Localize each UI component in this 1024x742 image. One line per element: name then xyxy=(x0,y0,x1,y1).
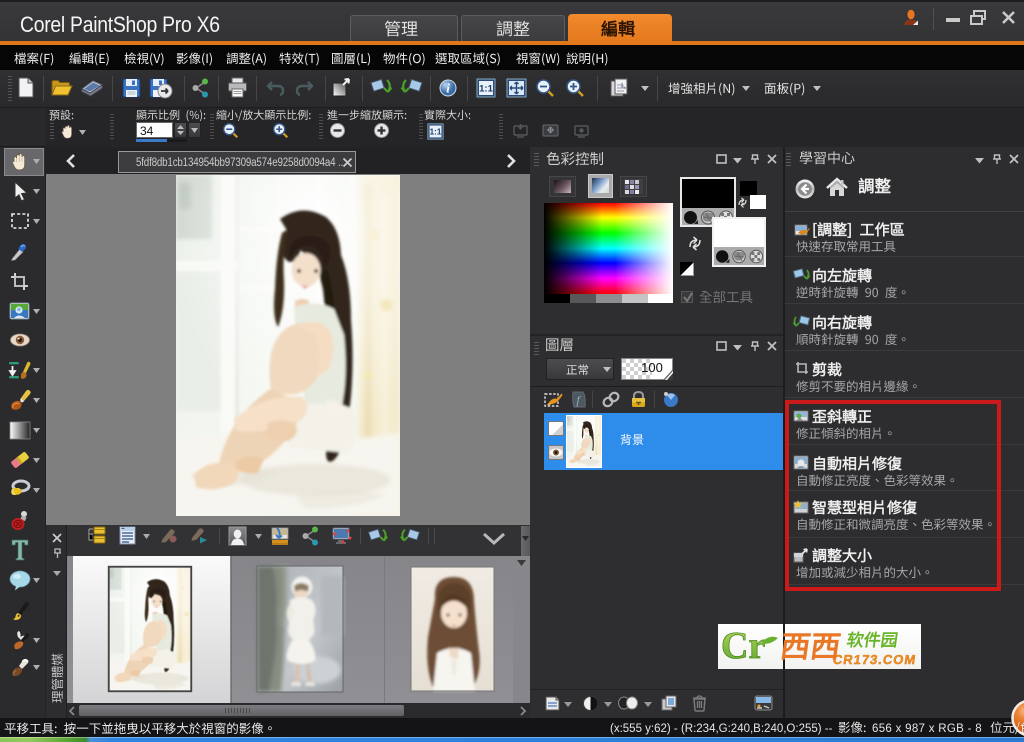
svg-text:Cr: Cr xyxy=(721,625,765,667)
svg-text:1:1: 1:1 xyxy=(479,84,493,95)
svg-text:CR173.COM: CR173.COM xyxy=(832,652,917,667)
svg-text:1:1: 1:1 xyxy=(430,127,442,136)
svg-text:i: i xyxy=(446,81,450,96)
